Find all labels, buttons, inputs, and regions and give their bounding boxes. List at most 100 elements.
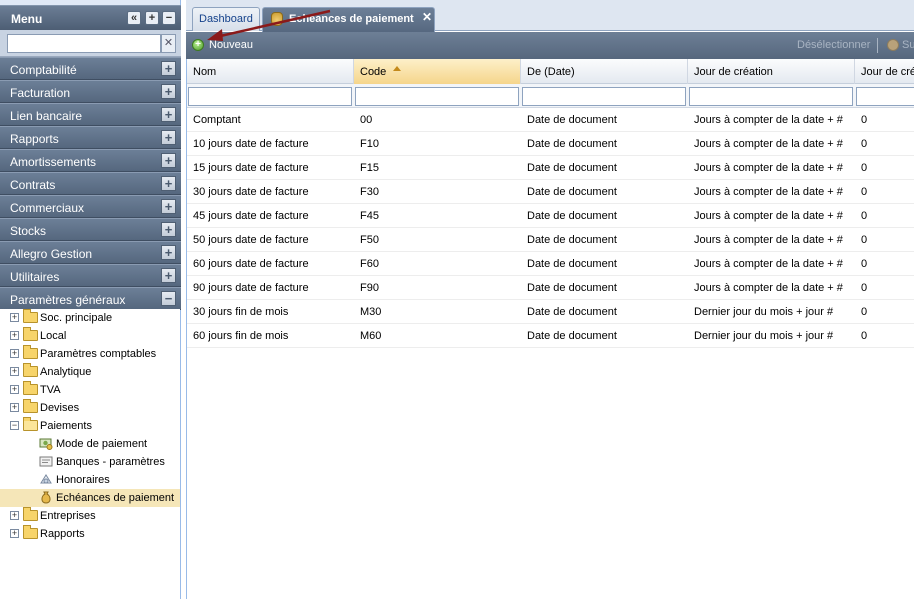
collapse-menu-icon[interactable]: « <box>127 11 141 25</box>
expand-icon[interactable]: + <box>161 245 176 260</box>
expand-icon[interactable]: + <box>161 222 176 237</box>
table-row[interactable]: 10 jours date de facture F10 Date de doc… <box>187 132 914 156</box>
section-rapports[interactable]: Rapports + <box>0 126 181 149</box>
section-label: Allegro Gestion <box>10 247 93 261</box>
expand-node-icon[interactable]: + <box>10 529 19 538</box>
folder-icon <box>23 507 38 521</box>
expand-icon[interactable]: + <box>161 61 176 76</box>
expand-icon[interactable]: + <box>161 199 176 214</box>
cell-jour-de-creation: Jours à compter de la date + # <box>694 186 843 198</box>
collapse-node-icon[interactable]: − <box>10 421 19 430</box>
grid-header: Nom Code De (Date) Jour de création Jour… <box>187 59 914 84</box>
cell-jour-de-creation: Jours à compter de la date + # <box>694 258 843 270</box>
section-label: Utilitaires <box>10 270 60 284</box>
cell-jour-de-cre: 0 <box>861 282 868 294</box>
expand-node-icon[interactable]: + <box>10 349 19 358</box>
tree-node-label: Paiements <box>40 420 92 432</box>
expand-icon[interactable]: + <box>161 176 176 191</box>
section-commerciaux[interactable]: Commerciaux + <box>0 195 181 218</box>
cell-code: M60 <box>360 330 382 342</box>
section-contrats[interactable]: Contrats + <box>0 172 181 195</box>
payment-terms-grid: Nom Code De (Date) Jour de création Jour… <box>186 59 914 599</box>
expand-icon[interactable]: + <box>161 153 176 168</box>
folder-open-icon <box>23 417 38 431</box>
column-header-de-date[interactable]: De (Date) <box>521 59 688 84</box>
section-stocks[interactable]: Stocks + <box>0 218 181 241</box>
expand-all-icon[interactable]: + <box>145 11 159 25</box>
payment-mode-icon <box>39 438 53 450</box>
folder-icon <box>23 525 38 539</box>
column-header-jour-de-cre[interactable]: Jour de cré <box>855 59 914 84</box>
table-row[interactable]: 45 jours date de facture F45 Date de doc… <box>187 204 914 228</box>
column-header-label: Jour de création <box>694 66 773 78</box>
expand-icon[interactable]: + <box>161 268 176 283</box>
tree-node-label: Echéances de paiement <box>56 492 175 504</box>
tree-node-tva[interactable]: + TVA <box>0 381 180 399</box>
expand-icon[interactable]: + <box>161 107 176 122</box>
cell-jour-de-cre: 0 <box>861 186 868 198</box>
tree-node-parametres-comptables[interactable]: + Paramètres comptables <box>0 345 180 363</box>
tree-node-rapports[interactable]: + Rapports <box>0 525 180 543</box>
table-row[interactable]: Comptant 00 Date de document Jours à com… <box>187 108 914 132</box>
tree-node-banques-parametres[interactable]: Banques - paramètres <box>0 453 180 471</box>
section-comptabilite[interactable]: Comptabilité + <box>0 57 181 80</box>
expand-icon[interactable]: + <box>161 84 176 99</box>
cell-jour-de-cre: 0 <box>861 330 868 342</box>
tree-node-mode-de-paiement[interactable]: Mode de paiement <box>0 435 180 453</box>
tree-node-label: Banques - paramètres <box>56 456 165 468</box>
tree-node-entreprises[interactable]: + Entreprises <box>0 507 180 525</box>
close-tab-icon[interactable]: ✕ <box>422 10 432 24</box>
table-row[interactable]: 90 jours date de facture F90 Date de doc… <box>187 276 914 300</box>
menu-search-input[interactable] <box>7 34 161 53</box>
collapse-all-icon[interactable]: − <box>162 11 176 25</box>
tree-node-local[interactable]: + Local <box>0 327 180 345</box>
deselect-button[interactable]: Désélectionner <box>797 39 870 51</box>
section-utilitaires[interactable]: Utilitaires + <box>0 264 181 287</box>
table-row[interactable]: 50 jours date de facture F50 Date de doc… <box>187 228 914 252</box>
section-allegro-gestion[interactable]: Allegro Gestion + <box>0 241 181 264</box>
expand-node-icon[interactable]: + <box>10 313 19 322</box>
expand-node-icon[interactable]: + <box>10 403 19 412</box>
column-header-nom[interactable]: Nom <box>187 59 354 84</box>
tree-node-echeances-de-paiement[interactable]: Echéances de paiement <box>0 489 180 507</box>
section-amortissements[interactable]: Amortissements + <box>0 149 181 172</box>
cell-de-date: Date de document <box>527 234 617 246</box>
expand-icon[interactable]: + <box>161 130 176 145</box>
tree-node-analytique[interactable]: + Analytique <box>0 363 180 381</box>
tab-dashboard[interactable]: Dashboard <box>192 7 260 31</box>
table-row[interactable]: 60 jours date de facture F60 Date de doc… <box>187 252 914 276</box>
section-label: Facturation <box>10 86 71 100</box>
tree-node-soc-principale[interactable]: + Soc. principale <box>0 309 180 327</box>
collapse-icon[interactable]: − <box>161 291 176 306</box>
cell-code: F15 <box>360 162 379 174</box>
tree-node-devises[interactable]: + Devises <box>0 399 180 417</box>
filter-nom-input[interactable] <box>188 87 352 106</box>
tab-echeances-de-paiement[interactable]: Echéances de paiement ✕ <box>262 7 435 32</box>
cell-jour-de-cre: 0 <box>861 258 868 270</box>
cell-jour-de-cre: 0 <box>861 162 868 174</box>
section-parametres-generaux[interactable]: Paramètres généraux − <box>0 287 181 310</box>
table-row[interactable]: 30 jours date de facture F30 Date de doc… <box>187 180 914 204</box>
cell-nom: 60 jours fin de mois <box>193 330 289 342</box>
expand-node-icon[interactable]: + <box>10 367 19 376</box>
cell-code: F30 <box>360 186 379 198</box>
filter-code-input[interactable] <box>355 87 519 106</box>
section-facturation[interactable]: Facturation + <box>0 80 181 103</box>
column-header-label: De (Date) <box>527 66 575 78</box>
column-header-code[interactable]: Code <box>354 59 521 84</box>
table-row[interactable]: 60 jours fin de mois M60 Date de documen… <box>187 324 914 348</box>
table-row[interactable]: 30 jours fin de mois M30 Date de documen… <box>187 300 914 324</box>
filter-de-date-input[interactable] <box>522 87 686 106</box>
expand-node-icon[interactable]: + <box>10 331 19 340</box>
section-lien-bancaire[interactable]: Lien bancaire + <box>0 103 181 126</box>
tree-node-label: Local <box>40 330 67 342</box>
column-header-jour-de-creation[interactable]: Jour de création <box>688 59 855 84</box>
clear-search-icon[interactable]: ✕ <box>161 34 176 53</box>
tree-node-honoraires[interactable]: Honoraires <box>0 471 180 489</box>
expand-node-icon[interactable]: + <box>10 511 19 520</box>
expand-node-icon[interactable]: + <box>10 385 19 394</box>
tree-node-paiements[interactable]: − Paiements <box>0 417 180 435</box>
filter-jour-de-creation-input[interactable] <box>689 87 853 106</box>
filter-jour-de-cre-input[interactable] <box>856 87 914 106</box>
table-row[interactable]: 15 jours date de facture F15 Date de doc… <box>187 156 914 180</box>
